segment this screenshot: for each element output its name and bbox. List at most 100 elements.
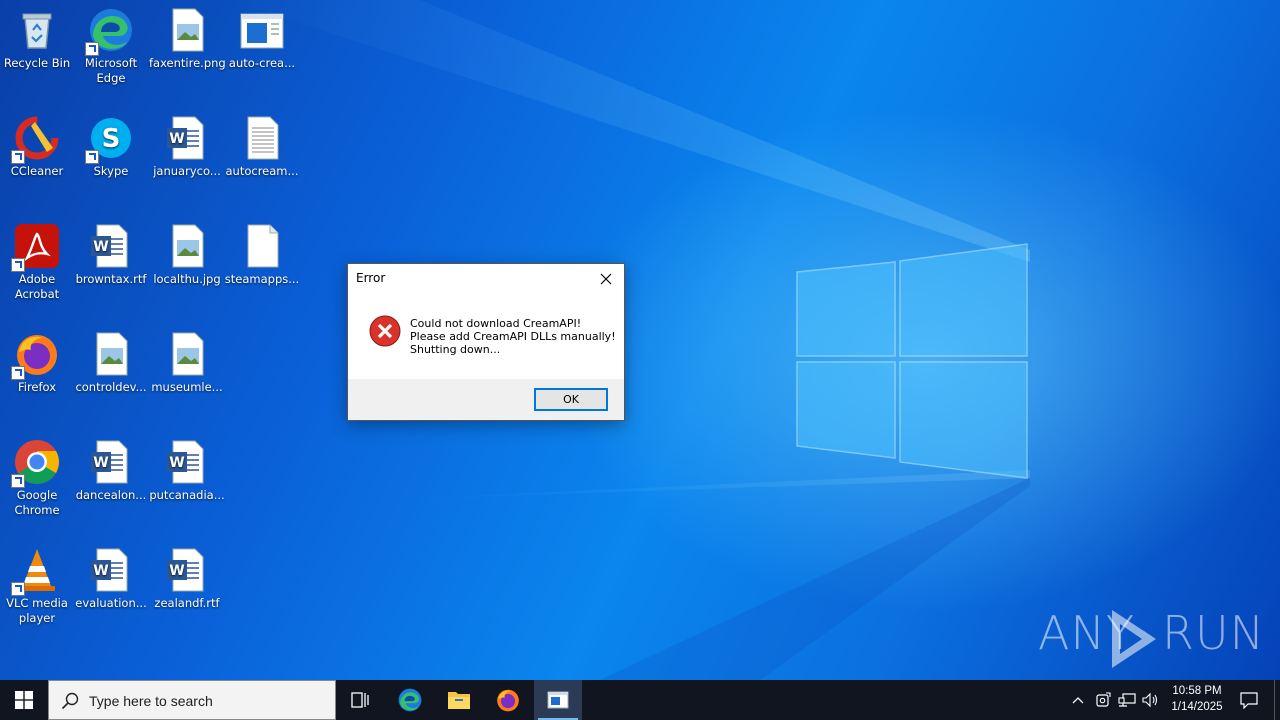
windows-start-icon: [15, 691, 33, 709]
desktop-icon-label: januaryco...: [153, 164, 221, 178]
file-explorer-icon: [448, 692, 470, 709]
desktop-icon-label: Skype: [93, 164, 129, 178]
clock-time: 10:58 PM: [1172, 685, 1222, 697]
desktop-icon-museumle[interactable]: museumle...: [149, 324, 225, 395]
desktop-icon-label: faxentire.png: [149, 56, 226, 70]
watermark-right-text: RUN: [1162, 606, 1266, 660]
dialog-message-line: Could not download CreamAPI!: [410, 317, 582, 330]
image-file-icon: [163, 6, 211, 54]
dialog-title: Error: [356, 271, 386, 285]
desktop-icon-dancealon[interactable]: W dancealon...: [73, 432, 149, 503]
taskbar-file-explorer[interactable]: [435, 680, 483, 720]
start-button[interactable]: [0, 680, 48, 720]
text-file-icon: [238, 114, 286, 162]
firefox-icon: [497, 689, 519, 712]
word-doc-icon: W: [87, 546, 135, 594]
desktop-icon-januaryco[interactable]: W januaryco...: [149, 108, 225, 179]
svg-text:W: W: [93, 455, 108, 471]
desktop-icon-label: museumle...: [151, 380, 223, 394]
desktop-icon-label: evaluation...: [75, 596, 147, 610]
desktop-icon-firefox[interactable]: Firefox: [0, 324, 75, 395]
desktop-icon-recycle-bin[interactable]: Recycle Bin: [0, 0, 75, 71]
dialog-message-line: Please add CreamAPI DLLs manually!: [410, 330, 616, 343]
desktop-icon-zealandf[interactable]: W zealandf.rtf: [149, 540, 225, 611]
taskbar-active-app[interactable]: [534, 680, 582, 720]
dialog-footer: OK: [348, 379, 624, 420]
desktop: Recycle Bin CCleaner Adobe Acrobat Firef…: [0, 0, 1280, 680]
desktop-icon-microsoft-edge[interactable]: Microsoft Edge: [73, 0, 149, 86]
play-logo-icon: [1112, 610, 1156, 668]
desktop-icon-localthu[interactable]: localthu.jpg: [149, 216, 225, 287]
ok-button[interactable]: OK: [534, 388, 608, 411]
desktop-icon-label: putcanadia...: [149, 488, 225, 502]
network-icon: [1118, 693, 1136, 707]
error-icon: [369, 315, 401, 347]
tray-network[interactable]: [1116, 680, 1138, 720]
desktop-icon-label: zealandf.rtf: [154, 596, 220, 610]
desktop-icon-ccleaner[interactable]: CCleaner: [0, 108, 75, 179]
desktop-icon-label: Firefox: [17, 380, 57, 394]
chevron-up-icon: [1072, 697, 1084, 704]
search-icon: [61, 692, 79, 710]
task-view-button[interactable]: [336, 680, 384, 720]
vlc-icon: [11, 546, 61, 596]
desktop-icon-label: VLC media player: [6, 596, 68, 625]
blank-file-icon: [238, 222, 286, 270]
clock-date: 1/14/2025: [1171, 701, 1223, 713]
taskbar-edge[interactable]: [386, 680, 434, 720]
desktop-icon-adobe-acrobat[interactable]: Adobe Acrobat: [0, 216, 75, 302]
desktop-icon-controldev[interactable]: controldev...: [73, 324, 149, 395]
ccleaner-icon: [11, 114, 61, 164]
desktop-icon-label: localthu.jpg: [153, 272, 221, 286]
window-file-icon: [238, 6, 286, 54]
tray-meet-now[interactable]: [1092, 680, 1114, 720]
desktop-icon-faxentire[interactable]: faxentire.png: [149, 0, 226, 71]
taskbar-firefox[interactable]: [484, 680, 532, 720]
app-window-icon: [547, 691, 569, 709]
desktop-icon-label: browntax.rtf: [75, 272, 147, 286]
image-file-icon: [87, 330, 135, 378]
desktop-icon-label: Recycle Bin: [3, 56, 71, 70]
desktop-icon-label: autocream...: [225, 164, 299, 178]
svg-text:S: S: [102, 124, 121, 154]
desktop-icon-label: Adobe Acrobat: [14, 272, 60, 301]
edge-icon: [85, 6, 135, 56]
show-hidden-icons-button[interactable]: [1068, 680, 1088, 720]
svg-text:W: W: [169, 455, 184, 471]
dialog-close-button[interactable]: [592, 266, 620, 292]
desktop-icon-label: Google Chrome: [14, 488, 60, 517]
tray-volume[interactable]: [1140, 680, 1162, 720]
svg-text:W: W: [93, 563, 108, 579]
word-doc-icon: W: [87, 438, 135, 486]
desktop-icon-evaluation[interactable]: W evaluation...: [73, 540, 149, 611]
action-center-button[interactable]: [1234, 680, 1264, 720]
notification-icon: [1240, 692, 1258, 709]
taskbar-search-box[interactable]: Type here to search: [48, 680, 336, 720]
meet-now-icon: [1096, 692, 1111, 707]
desktop-icon-google-chrome[interactable]: Google Chrome: [0, 432, 75, 518]
image-file-icon: [163, 330, 211, 378]
desktop-icon-label: dancealon...: [75, 488, 147, 502]
acrobat-icon: [11, 222, 61, 272]
dialog-message: Could not download CreamAPI! Please add …: [410, 317, 616, 356]
desktop-icon-label: Microsoft Edge: [84, 56, 138, 85]
taskbar-clock[interactable]: 10:58 PM 1/14/2025: [1160, 683, 1234, 715]
svg-text:W: W: [93, 239, 108, 255]
close-icon: [600, 273, 612, 285]
show-desktop-button[interactable]: [1274, 680, 1280, 720]
volume-icon: [1142, 692, 1158, 708]
desktop-icon-steamapps[interactable]: steamapps...: [224, 216, 300, 287]
desktop-icon-browntax[interactable]: W browntax.rtf: [73, 216, 149, 287]
desktop-icon-vlc[interactable]: VLC media player: [0, 540, 75, 626]
word-doc-icon: W: [163, 546, 211, 594]
edge-icon: [398, 688, 422, 712]
svg-text:W: W: [169, 563, 184, 579]
task-view-icon: [351, 692, 369, 708]
error-dialog: Error Could not download CreamAPI! Pleas…: [347, 263, 625, 421]
word-doc-icon: W: [163, 438, 211, 486]
desktop-icon-skype[interactable]: S Skype: [73, 108, 149, 179]
desktop-icon-autocream[interactable]: autocream...: [224, 108, 300, 179]
desktop-icon-auto-crea[interactable]: auto-crea...: [224, 0, 300, 71]
desktop-icon-putcanadia[interactable]: W putcanadia...: [149, 432, 225, 503]
chrome-icon: [11, 438, 61, 488]
